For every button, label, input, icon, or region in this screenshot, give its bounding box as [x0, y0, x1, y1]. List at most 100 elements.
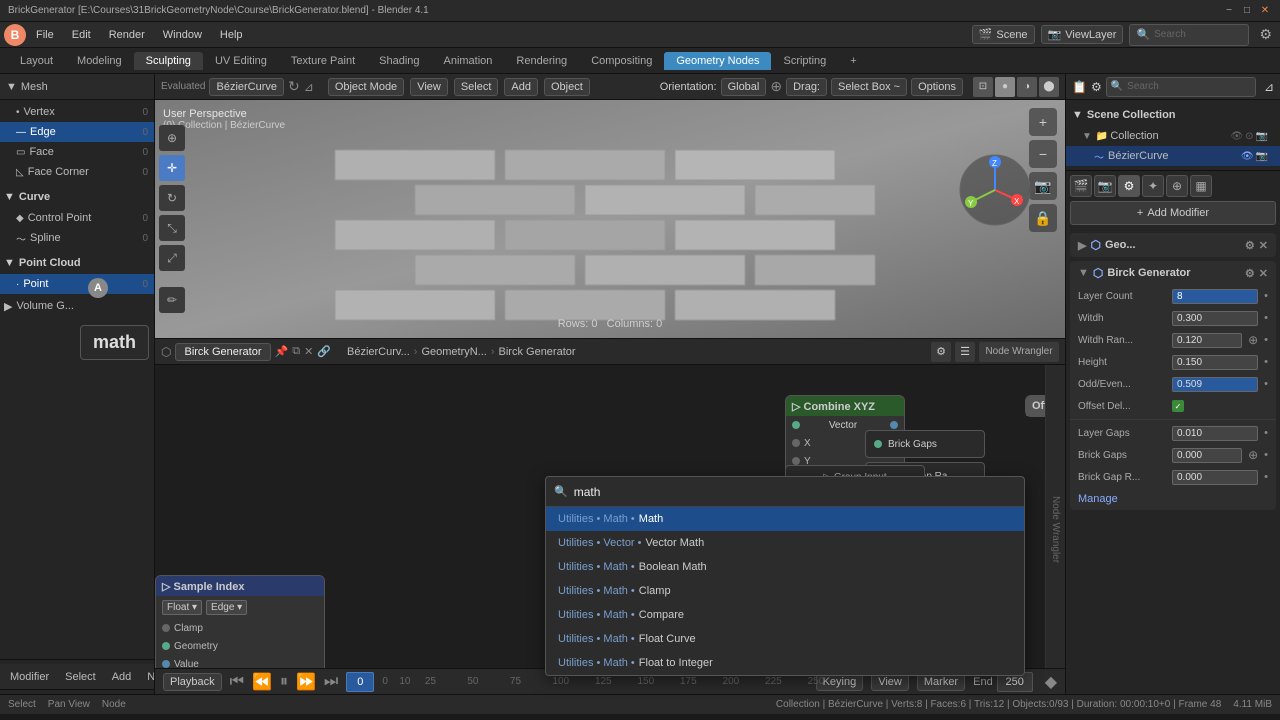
menu-help[interactable]: Help [212, 27, 251, 43]
curve-control-point[interactable]: ◆ Control Point 0 [0, 208, 154, 228]
options-btn[interactable]: Options [911, 78, 963, 96]
search-result-clamp[interactable]: Utilities • Math • Clamp [546, 579, 1024, 603]
select-btn[interactable]: Select [454, 78, 499, 96]
scene-selector[interactable]: 🎬 Scene [972, 25, 1035, 44]
geo-modifier-close-icon[interactable]: ✕ [1259, 239, 1268, 252]
search-field[interactable]: 🔍 Search [1129, 24, 1249, 46]
offset-del-checkbox[interactable]: ✓ [1172, 400, 1184, 412]
tab-animation[interactable]: Animation [432, 52, 505, 70]
menu-edit[interactable]: Edit [64, 27, 99, 43]
search-result-math[interactable]: Utilities • Math • Math [546, 507, 1024, 531]
tab-sculpting[interactable]: Sculpting [134, 52, 203, 70]
wireframe-btn[interactable]: ⊡ [973, 77, 993, 97]
bc-geometrynodes[interactable]: GeometryN... [421, 346, 486, 358]
tab-add[interactable]: + [838, 52, 868, 70]
mesh-edge[interactable]: — Edge 0 [0, 122, 154, 142]
bezier-eye-icon[interactable]: 👁 [1241, 151, 1254, 162]
prop-tab-data[interactable]: ▦ [1190, 175, 1212, 197]
birck-close-icon[interactable]: ✕ [1259, 267, 1268, 280]
scale-tool[interactable]: ⤡ [159, 215, 185, 241]
zoom-in-btn[interactable]: + [1029, 108, 1057, 136]
manage-btn[interactable]: Manage [1078, 493, 1118, 505]
tab-scripting[interactable]: Scripting [771, 52, 838, 70]
width-input[interactable]: 0.300 [1172, 311, 1258, 326]
filter-icon[interactable]: ⚙ [1255, 26, 1276, 43]
viewlayer-selector[interactable]: 📷 ViewLayer [1041, 25, 1124, 44]
sample-index-node[interactable]: ▷ Sample Index Float ▾ Edge ▾ Clamp Geom… [155, 575, 325, 668]
solid-btn[interactable]: ● [995, 77, 1015, 97]
3d-viewport[interactable]: User Perspective (0) Collection | Bézier… [155, 100, 1065, 338]
close-btn[interactable]: ✕ [1258, 4, 1272, 18]
point-cloud-header[interactable]: ▼ Point Cloud [0, 252, 154, 274]
cursor-tool[interactable]: ⊕ [159, 125, 185, 151]
render-btn[interactable]: ⬤ [1039, 77, 1059, 97]
object-mode-btn[interactable]: Object Mode [328, 78, 404, 96]
bezier-render-icon[interactable]: 📷 [1256, 151, 1268, 162]
play-fwd-icon[interactable]: ⏭ [324, 673, 338, 691]
render-icon[interactable]: 📷 [1256, 131, 1268, 142]
select-icon[interactable]: ⊙ [1245, 131, 1253, 142]
brick-gap-r-input[interactable]: 0.000 [1172, 470, 1258, 485]
minimize-btn[interactable]: − [1222, 4, 1236, 18]
sample-float-dropdown[interactable]: Float ▾ [162, 600, 202, 615]
add-modifier-btn[interactable]: + Add Modifier [1070, 201, 1276, 225]
add-menu[interactable]: Add [108, 669, 136, 685]
link-icon[interactable]: 🔗 [317, 345, 331, 358]
annotate-tool[interactable]: ✏ [159, 287, 185, 313]
brick-gaps-input[interactable]: 0.000 [1172, 448, 1242, 463]
search-result-compare[interactable]: Utilities • Math • Compare [546, 603, 1024, 627]
bc-beziercurve[interactable]: BézierCurv... [347, 346, 410, 358]
material-btn[interactable]: ◑ [1017, 77, 1037, 97]
prop-tab-physics[interactable]: ⊕ [1166, 175, 1188, 197]
prop-tab-particles[interactable]: ✦ [1142, 175, 1164, 197]
prev-frame-icon[interactable]: ⏪ [252, 672, 272, 692]
geo-modifier-settings-icon[interactable]: ⚙ [1245, 239, 1255, 252]
blender-logo-icon[interactable]: B [4, 24, 26, 46]
curve-header[interactable]: ▼ Curve [0, 186, 154, 208]
prop-tab-modifier[interactable]: ⚙ [1118, 175, 1140, 197]
brick-gaps-link-icon[interactable]: ⊕ [1248, 448, 1258, 462]
object-dropdown[interactable]: BézierCurve [209, 78, 284, 96]
layer-gaps-input[interactable]: 0.010 [1172, 426, 1258, 441]
tab-shading[interactable]: Shading [367, 52, 431, 70]
scene-collection-header[interactable]: ▼ Scene Collection [1066, 104, 1280, 126]
tab-geometry-nodes[interactable]: Geometry Nodes [664, 52, 771, 70]
view-btn[interactable]: View [410, 78, 448, 96]
prop-tab-render[interactable]: 📷 [1094, 175, 1116, 197]
select-box-btn[interactable]: Select Box ~ [831, 78, 907, 96]
pin-icon[interactable]: 📌 [275, 345, 289, 358]
node-view-dropdown[interactable]: Node Wrangler [979, 342, 1059, 362]
geo-modifier-header[interactable]: ▶ ⬡ Geo... ⚙ ✕ [1070, 233, 1276, 257]
search-right[interactable]: 🔍 Search [1106, 77, 1256, 97]
play-icon[interactable]: ⏸ [280, 673, 288, 691]
search-result-float-to-integer[interactable]: Utilities • Math • Float to Integer [546, 651, 1024, 675]
birck-settings-icon[interactable]: ⚙ [1245, 267, 1255, 280]
select-menu[interactable]: Select [61, 669, 100, 685]
mesh-vertex[interactable]: • Vertex 0 [0, 102, 154, 122]
node-tab[interactable]: Birck Generator [175, 343, 270, 361]
next-frame-icon[interactable]: ⏩ [296, 672, 316, 692]
brick-gaps-node[interactable]: Brick Gaps [865, 430, 985, 458]
tab-layout[interactable]: Layout [8, 52, 65, 70]
duplicate-icon[interactable]: ⧉ [292, 345, 300, 358]
keyframe-icon[interactable]: ◆ [1045, 672, 1057, 692]
curve-spline[interactable]: 〜 Spline 0 [0, 228, 154, 248]
refresh-icon[interactable]: ↻ [288, 78, 300, 95]
width-ran-link-icon[interactable]: ⊕ [1248, 333, 1258, 347]
sample-edge-dropdown[interactable]: Edge ▾ [206, 600, 247, 615]
mesh-face[interactable]: ▭ Face 0 [0, 142, 154, 162]
playback-btn[interactable]: Playback [163, 673, 222, 691]
point-cloud-point[interactable]: · Point 0 [0, 274, 154, 294]
tab-uv-editing[interactable]: UV Editing [203, 52, 279, 70]
menu-file[interactable]: File [28, 27, 62, 43]
volume-section[interactable]: ▶ Volume G... [0, 296, 154, 316]
odd-even-input[interactable]: 0.509 [1172, 377, 1258, 392]
close-node-icon[interactable]: ✕ [304, 345, 313, 358]
search-result-boolean-math[interactable]: Utilities • Math • Boolean Math [546, 555, 1024, 579]
funnel-icon[interactable]: ⊿ [304, 80, 314, 94]
tab-texture-paint[interactable]: Texture Paint [279, 52, 367, 70]
prop-tab-scene[interactable]: 🎬 [1070, 175, 1092, 197]
menu-render[interactable]: Render [101, 27, 153, 43]
filter-right-icon[interactable]: ⚙ [1091, 80, 1102, 94]
mesh-face-corner[interactable]: ◺ Face Corner 0 [0, 162, 154, 182]
